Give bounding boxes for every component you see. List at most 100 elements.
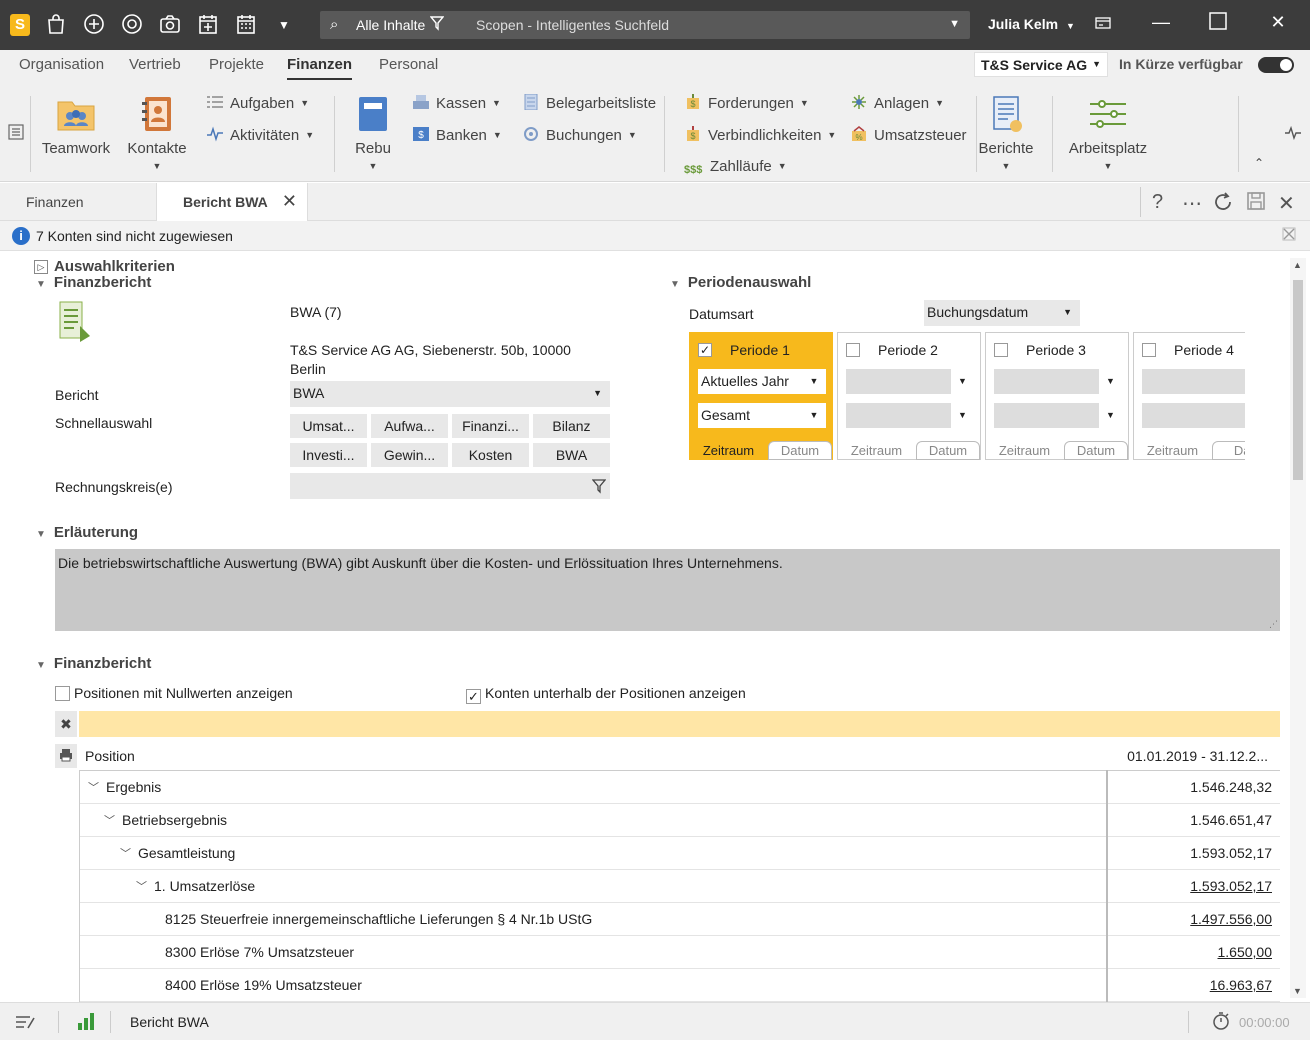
aktivitaeten-button[interactable]: Aktivitäten ▼	[206, 126, 314, 144]
calendar-icon[interactable]	[234, 13, 258, 37]
banken-button[interactable]: $ Banken ▼	[412, 126, 502, 144]
bericht-select[interactable]: BWA ▼	[290, 381, 610, 407]
resize-grip-icon[interactable]: ⋰	[1269, 619, 1278, 630]
period-tab-datum[interactable]: Dat	[1212, 441, 1245, 460]
chevron-down-icon[interactable]: ▼	[949, 18, 960, 30]
shopping-bag-icon[interactable]	[44, 13, 68, 37]
kassen-button[interactable]: Kassen ▼	[412, 94, 501, 112]
pulse-icon[interactable]	[1284, 125, 1302, 143]
table-row[interactable]: ﹀ Ergebnis 1.546.248,32	[80, 771, 1280, 804]
period-card-1[interactable]: ✓ Periode 1 Aktuelles Jahr ▼ Gesamt ▼ Zeit…	[689, 332, 833, 460]
period-scope-select[interactable]: ▼	[846, 403, 974, 428]
erlaeuterung-section-header[interactable]: ▼ Erläuterung	[36, 524, 138, 541]
row-value[interactable]: 1.650,00	[1218, 944, 1273, 960]
rebu-button[interactable]: Rebu ▼	[350, 88, 396, 171]
tab-bericht-bwa[interactable]: Bericht BWA ✕	[156, 183, 308, 221]
row-value[interactable]: 1.497.556,00	[1190, 911, 1272, 927]
period-range-select[interactable]: ▼	[994, 369, 1122, 394]
quick-kosten-button[interactable]: Kosten	[452, 443, 529, 467]
period-tab-zeitraum[interactable]: Zeitraum	[838, 441, 915, 460]
filter-row[interactable]	[79, 711, 1280, 737]
menu-personal[interactable]: Personal	[379, 56, 438, 73]
konten-option[interactable]: ✓ Konten unterhalb der Positionen anzeige…	[466, 685, 746, 704]
refresh-icon[interactable]	[1212, 191, 1234, 219]
period-tab-datum[interactable]: Datum	[1064, 441, 1128, 460]
calendar-add-icon[interactable]	[196, 13, 220, 37]
quick-bilanz-button[interactable]: Bilanz	[533, 414, 610, 438]
quick-umsatz-button[interactable]: Umsat...	[290, 414, 367, 438]
support-icon[interactable]	[120, 13, 144, 37]
period-tab-datum[interactable]: Datum	[916, 441, 980, 460]
clear-filter-icon[interactable]: ✖	[55, 711, 77, 737]
datumsart-select[interactable]: Buchungsdatum ▼	[924, 300, 1080, 326]
belegarbeitsliste-button[interactable]: Belegarbeitsliste	[522, 93, 656, 112]
period-tab-datum[interactable]: Datum	[768, 441, 832, 460]
period-tab-zeitraum[interactable]: Zeitraum	[1134, 441, 1211, 460]
berichte-button[interactable]: Berichte ▼	[978, 88, 1034, 171]
col-period-header[interactable]: 01.01.2019 - 31.12.2...	[1127, 748, 1268, 764]
dropdown-arrow-icon[interactable]: ▼	[272, 13, 296, 37]
print-icon[interactable]	[55, 744, 77, 768]
nullwerte-option[interactable]: Positionen mit Nullwerten anzeigen	[55, 685, 293, 701]
table-row[interactable]: 8300 Erlöse 7% Umsatzsteuer 1.650,00	[80, 936, 1280, 969]
search-input[interactable]: Scopen - Intelligentes Suchfeld	[476, 17, 669, 33]
search-scope[interactable]: Alle Inhalte	[356, 17, 425, 33]
search-box[interactable]: ⌕ Alle Inhalte Scopen - Intelligentes Su…	[320, 11, 970, 39]
kontakte-button[interactable]: Kontakte ▼	[124, 88, 190, 171]
quick-aufwand-button[interactable]: Aufwa...	[371, 414, 448, 438]
table-row[interactable]: ﹀ 1. Umsatzerlöse 1.593.052,17	[80, 870, 1280, 903]
scroll-up-icon[interactable]: ▲	[1293, 260, 1302, 270]
card-icon[interactable]	[1088, 16, 1118, 33]
tab-finanzen[interactable]: Finanzen	[0, 183, 156, 221]
expand-icon[interactable]: ▷	[34, 260, 48, 274]
stopwatch-icon[interactable]	[1212, 1012, 1230, 1033]
report-section-header[interactable]: ▼ Finanzbericht	[36, 655, 151, 672]
quick-gewinn-button[interactable]: Gewin...	[371, 443, 448, 467]
table-row[interactable]: ﹀ Gesamtleistung 1.593.052,17	[80, 837, 1280, 870]
chevron-up-icon[interactable]: ⌃	[1254, 156, 1264, 170]
company-select[interactable]: T&S Service AG ▼	[974, 52, 1108, 77]
zahllaeufe-button[interactable]: $$$ Zahlläufe ▼	[684, 158, 787, 180]
scroll-down-icon[interactable]: ▼	[1293, 986, 1302, 996]
aufgaben-button[interactable]: Aufgaben ▼	[206, 94, 309, 112]
buchungen-button[interactable]: Buchungen ▼	[522, 126, 637, 144]
help-icon[interactable]: ?	[1152, 191, 1163, 214]
table-row[interactable]: 8125 Steuerfreie innergemeinschaftliche …	[80, 903, 1280, 936]
finanzbericht-section-header[interactable]: ▼ Finanzbericht	[36, 274, 151, 291]
period-tab-zeitraum[interactable]: Zeitraum	[986, 441, 1063, 460]
chevron-down-icon[interactable]: ﹀	[136, 878, 147, 894]
period-checkbox[interactable]	[846, 343, 860, 357]
quick-invest-button[interactable]: Investi...	[290, 443, 367, 467]
umsatzsteuer-button[interactable]: % Umsatzsteuer	[850, 126, 967, 144]
period-scope-select[interactable]: ▼	[1142, 403, 1245, 428]
erlaeuterung-textarea[interactable]: Die betriebswirtschaftliche Auswertung (…	[55, 549, 1280, 631]
menu-finanzen[interactable]: Finanzen	[287, 56, 353, 80]
soon-toggle[interactable]	[1258, 57, 1294, 73]
chevron-down-icon[interactable]: ﹀	[104, 812, 115, 828]
close-tab-icon[interactable]: ✕	[282, 191, 297, 212]
period-range-select[interactable]: ▼	[1142, 369, 1245, 394]
save-icon[interactable]	[1246, 191, 1266, 217]
table-row[interactable]: 8400 Erlöse 19% Umsatzsteuer 16.963,67	[80, 969, 1280, 1002]
dismiss-info-icon[interactable]	[1282, 227, 1296, 244]
col-position-header[interactable]: Position	[85, 748, 135, 764]
verbindlichkeiten-button[interactable]: $ Verbindlichkeiten ▼	[684, 126, 836, 144]
period-scope-select[interactable]: ▼	[994, 403, 1122, 428]
quick-bwa-button[interactable]: BWA	[533, 443, 610, 467]
table-row[interactable]: ﹀ Betriebsergebnis 1.546.651,47	[80, 804, 1280, 837]
menu-organisation[interactable]: Organisation	[19, 56, 104, 73]
filter-icon[interactable]	[591, 478, 607, 497]
more-icon[interactable]: ⋯	[1182, 191, 1202, 216]
row-value[interactable]: 1.593.052,17	[1190, 878, 1272, 894]
konten-checkbox[interactable]: ✓	[466, 689, 481, 704]
close-icon[interactable]: ✕	[1278, 191, 1295, 216]
auswahl-section-header[interactable]: ▷ Auswahlkriterien	[34, 258, 175, 275]
period-card-4[interactable]: Periode 4 ▼ ▼ Zeitraum Dat	[1133, 332, 1245, 460]
rechnungskreis-select[interactable]	[290, 473, 610, 499]
close-window-button[interactable]: ✕	[1263, 12, 1293, 33]
user-menu[interactable]: Julia Kelm ▼	[988, 16, 1075, 32]
period-checkbox[interactable]	[1142, 343, 1156, 357]
period-card-2[interactable]: Periode 2 ▼ ▼ Zeitraum Datum	[837, 332, 981, 460]
period-checkbox[interactable]	[994, 343, 1008, 357]
app-logo[interactable]: S	[10, 14, 30, 36]
